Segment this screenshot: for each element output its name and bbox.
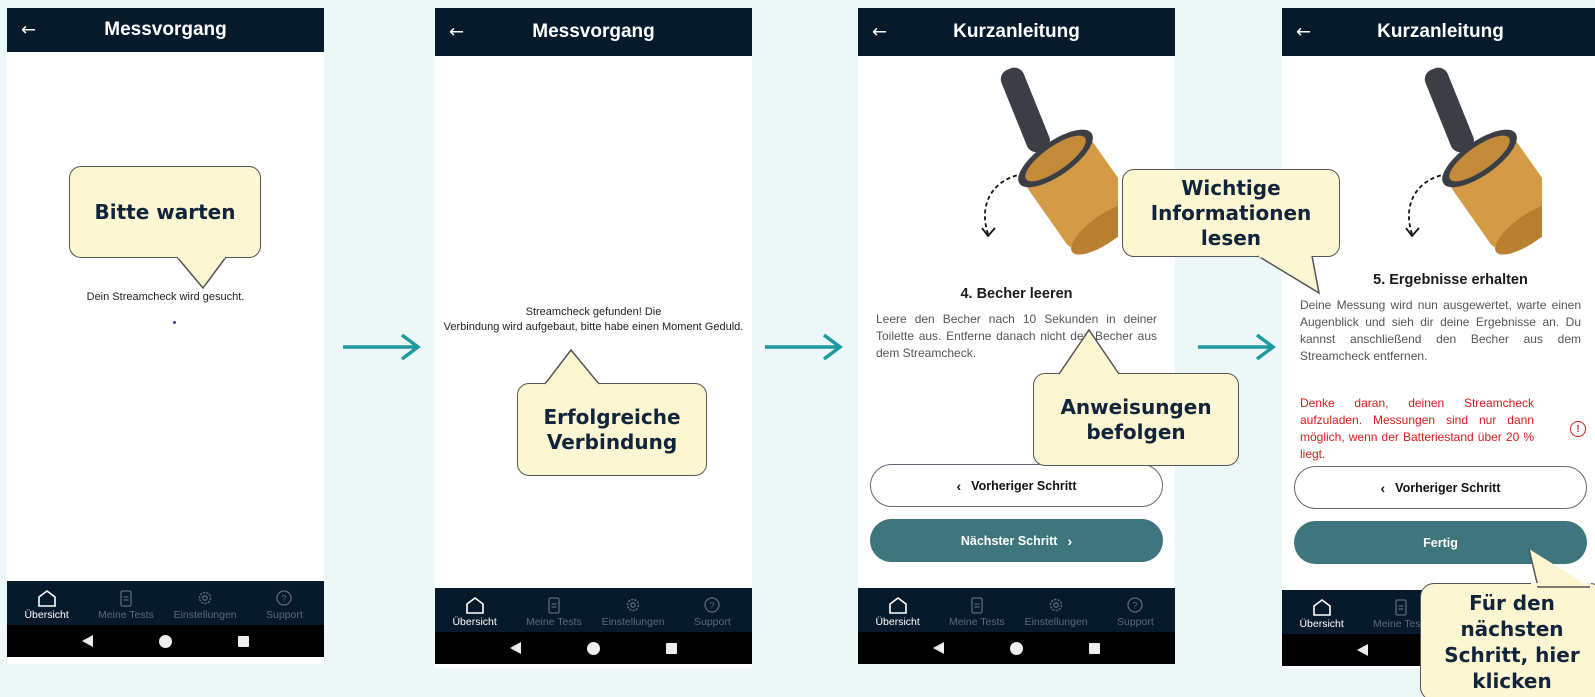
clipboard-icon — [1395, 599, 1407, 616]
callout-successful-connection: Erfolgreiche Verbindung — [517, 383, 707, 476]
callout-click-for-next-step: Für den nächsten Schritt, hier klicken — [1420, 583, 1595, 697]
system-recents-icon[interactable] — [238, 635, 249, 647]
system-recents-icon[interactable] — [666, 642, 677, 654]
nav-item-settings[interactable]: Einstellungen — [166, 581, 245, 625]
callout-please-wait: Bitte warten — [69, 166, 261, 258]
callout-tail — [1257, 254, 1321, 295]
help-icon: ? — [276, 590, 293, 606]
system-back-icon[interactable] — [933, 642, 944, 654]
alert-circle-icon: ! — [1570, 421, 1586, 437]
chevron-left-icon: ‹ — [956, 477, 962, 494]
previous-step-button[interactable]: ‹ Vorheriger Schritt — [1294, 466, 1587, 509]
app-bar: ← Messvorgang — [435, 8, 752, 56]
bottom-nav: Übersicht Meine Tests Einstellungen ? Su… — [7, 581, 324, 625]
nav-item-overview[interactable]: Übersicht — [858, 588, 937, 632]
phone-screen-1: ← Messvorgang Dein Streamcheck wird gesu… — [7, 8, 324, 664]
arrow-right-icon — [343, 333, 421, 361]
callout-tail — [176, 255, 227, 290]
clipboard-icon — [548, 597, 560, 614]
app-bar: ← Kurzanleitung — [858, 8, 1175, 56]
status-text-line-2: Verbindung wird aufgebaut, bitte habe ei… — [443, 321, 744, 333]
next-step-button[interactable]: Nächster Schritt › — [870, 519, 1163, 562]
callout-tail — [1528, 548, 1590, 588]
help-icon: ? — [1127, 597, 1144, 613]
nav-item-settings[interactable]: Einstellungen — [1017, 588, 1096, 632]
home-icon — [465, 597, 484, 614]
system-nav-bar — [7, 625, 324, 657]
svg-text:?: ? — [282, 594, 287, 604]
tail-joint — [1531, 583, 1591, 586]
system-nav-bar — [858, 632, 1175, 664]
svg-text:?: ? — [710, 601, 715, 611]
page-title: Kurzanleitung — [1377, 21, 1504, 42]
app-bar: ← Messvorgang — [7, 8, 324, 52]
gear-icon — [626, 598, 640, 612]
callout-read-important-info: Wichtige Informationen lesen — [1122, 169, 1340, 257]
previous-step-button[interactable]: ‹ Vorheriger Schritt — [870, 464, 1163, 507]
callout-tail — [544, 348, 600, 385]
step-heading: 4. Becher leeren — [960, 286, 1073, 302]
system-home-icon[interactable] — [1010, 641, 1023, 655]
chevron-right-icon: › — [1067, 532, 1073, 549]
arrow-right-icon — [765, 333, 843, 361]
system-home-icon[interactable] — [587, 641, 600, 655]
step-heading: 5. Ergebnisse erhalten — [1373, 272, 1528, 288]
callout-tail — [1058, 328, 1120, 375]
status-text: Dein Streamcheck wird gesucht. — [86, 291, 245, 303]
gear-icon — [198, 591, 212, 605]
step-description: Deine Messung wird nun ausgewertet, wart… — [1300, 298, 1581, 363]
callout-follow-instructions: Anweisungen befolgen — [1033, 373, 1239, 466]
loading-indicator — [173, 321, 176, 324]
home-icon — [1312, 599, 1331, 616]
bottom-nav: Übersicht Meine Tests Einstellungen ? Su… — [435, 588, 752, 632]
chevron-left-icon: ‹ — [1380, 479, 1386, 496]
clipboard-icon — [120, 590, 132, 607]
gear-icon — [1049, 598, 1063, 612]
nav-item-support[interactable]: ? Support — [673, 588, 752, 632]
system-home-icon[interactable] — [159, 634, 172, 648]
nav-item-settings[interactable]: Einstellungen — [594, 588, 673, 632]
phone-screen-3: ← Kurzanleitung 4. Becher leeren Leere d… — [858, 8, 1175, 664]
home-icon — [888, 597, 907, 614]
bottom-nav: Übersicht Meine Tests Einstellungen ? Su… — [858, 588, 1175, 632]
clipboard-icon — [971, 597, 983, 614]
home-icon — [37, 590, 56, 607]
tail-joint — [1060, 373, 1118, 376]
nav-item-overview[interactable]: Übersicht — [1282, 590, 1361, 634]
nav-item-my-tests[interactable]: Meine Tests — [86, 581, 165, 625]
system-back-icon[interactable] — [510, 642, 521, 654]
nav-item-overview[interactable]: Übersicht — [435, 588, 514, 632]
cup-illustration — [981, 67, 1118, 255]
page-title: Messvorgang — [532, 21, 655, 42]
nav-item-overview[interactable]: Übersicht — [7, 581, 86, 625]
page-title: Kurzanleitung — [953, 21, 1080, 42]
nav-item-my-tests[interactable]: Meine Tests — [514, 588, 593, 632]
system-recents-icon[interactable] — [1089, 642, 1100, 654]
cup-illustration — [1405, 67, 1542, 255]
app-bar: ← Kurzanleitung — [1282, 8, 1595, 56]
help-icon: ? — [704, 597, 721, 613]
nav-item-support[interactable]: ? Support — [1096, 588, 1175, 632]
nav-item-my-tests[interactable]: Meine Tests — [937, 588, 1016, 632]
page-title: Messvorgang — [104, 19, 227, 40]
arrow-right-icon — [1198, 333, 1276, 361]
battery-warning: Denke daran, deinen Streamcheck aufzulad… — [1300, 396, 1534, 461]
svg-text:?: ? — [1133, 601, 1138, 611]
nav-item-support[interactable]: ? Support — [245, 581, 324, 625]
tail-joint — [546, 383, 598, 386]
status-text-line-1: Streamcheck gefunden! Die — [525, 306, 662, 318]
phone-screen-2: ← Messvorgang Streamcheck gefunden! Die … — [435, 8, 752, 668]
system-back-icon[interactable] — [1357, 644, 1368, 656]
system-nav-bar — [435, 632, 752, 664]
system-back-icon[interactable] — [82, 635, 93, 647]
